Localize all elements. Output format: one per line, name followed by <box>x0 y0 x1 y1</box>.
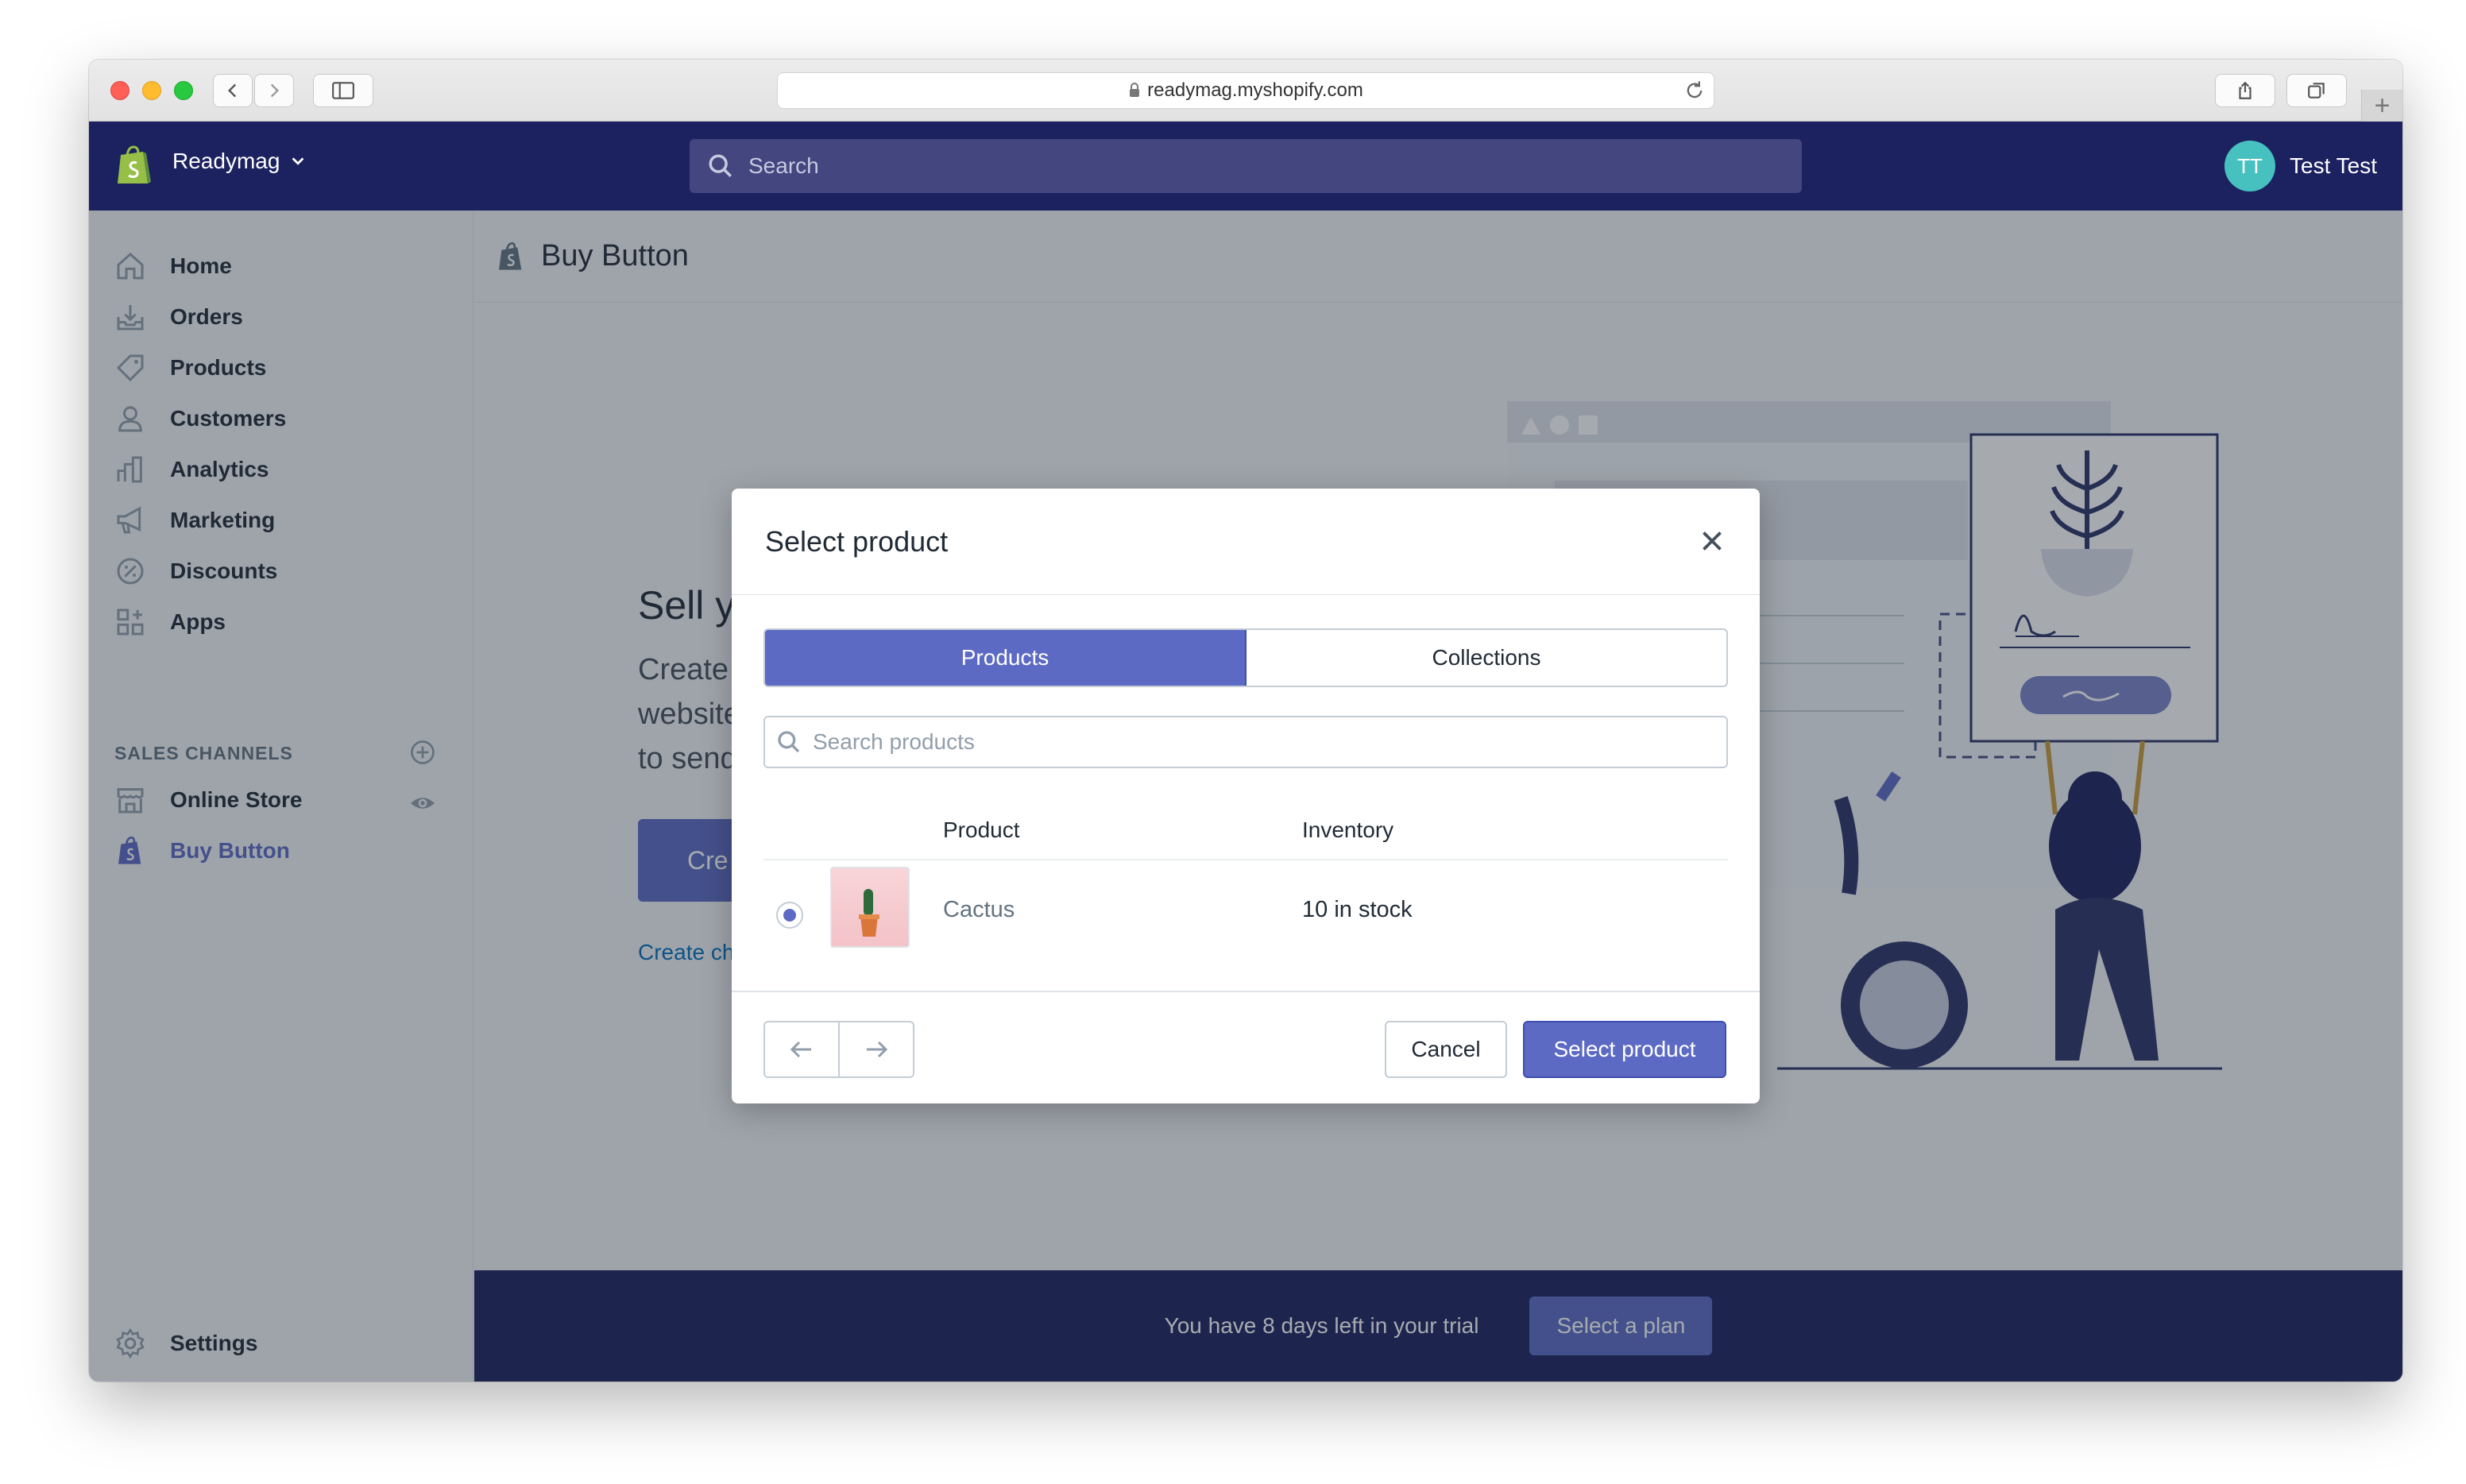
reload-icon[interactable] <box>1683 79 1706 102</box>
radio-selected-dot <box>783 909 796 922</box>
product-type-tabs: Products Collections <box>763 628 1728 687</box>
chevron-down-icon <box>292 157 304 165</box>
search-placeholder: Search products <box>813 729 975 754</box>
modal-title: Select product <box>765 524 949 558</box>
browser-toolbar: readymag.myshopify.com + <box>89 60 2402 122</box>
product-search-input[interactable]: Search products <box>763 716 1728 768</box>
sidebar-icon <box>332 82 354 99</box>
store-switcher[interactable]: Readymag <box>172 149 307 174</box>
column-header-product: Product <box>943 817 1020 842</box>
lock-icon <box>1128 83 1141 99</box>
product-name[interactable]: Cactus <box>943 897 1015 923</box>
cancel-button[interactable]: Cancel <box>1385 1021 1507 1078</box>
cactus-image <box>859 889 879 937</box>
chevron-right-icon <box>270 83 280 98</box>
user-menu[interactable]: TT Test Test <box>2224 141 2377 191</box>
tab-collections[interactable]: Collections <box>1247 630 1726 686</box>
select-product-button[interactable]: Select product <box>1523 1021 1726 1078</box>
store-name: Readymag <box>172 149 280 173</box>
tab-products[interactable]: Products <box>765 630 1247 686</box>
modal-footer-divider <box>732 991 1760 992</box>
previous-page-button[interactable] <box>765 1022 840 1076</box>
admin-topbar: Readymag Search TT Test Test <box>89 122 2402 211</box>
product-radio[interactable] <box>776 902 803 929</box>
search-icon <box>778 731 800 753</box>
pagination <box>763 1021 914 1078</box>
share-icon <box>2239 81 2251 99</box>
share-button[interactable] <box>2215 74 2275 107</box>
shopify-logo-icon[interactable] <box>114 144 153 191</box>
browser-window: readymag.myshopify.com + Readymag Search… <box>89 60 2402 1382</box>
chevron-left-icon <box>227 83 237 98</box>
search-icon <box>709 154 732 178</box>
url-text: readymag.myshopify.com <box>1147 79 1363 101</box>
new-tab-button[interactable]: + <box>2361 90 2402 122</box>
tabs-icon <box>2308 83 2325 99</box>
zoom-window-button[interactable] <box>174 81 193 100</box>
search-placeholder: Search <box>748 153 819 178</box>
close-window-button[interactable] <box>110 81 129 100</box>
close-icon[interactable] <box>1698 527 1726 559</box>
back-button[interactable] <box>213 74 253 107</box>
select-product-modal: Select product Products Collections Sear… <box>732 489 1760 1103</box>
product-thumbnail <box>830 867 910 948</box>
minimize-window-button[interactable] <box>142 81 161 100</box>
product-inventory: 10 in stock <box>1302 897 1413 922</box>
arrow-left-icon <box>790 1041 811 1058</box>
modal-header: Select product <box>732 489 1760 595</box>
column-header-inventory: Inventory <box>1302 817 1394 842</box>
plus-icon: + <box>2374 90 2391 121</box>
address-bar[interactable]: readymag.myshopify.com <box>777 72 1714 109</box>
tabs-overview-button[interactable] <box>2286 74 2347 107</box>
sidebar-toggle-button[interactable] <box>313 74 373 107</box>
avatar: TT <box>2224 141 2276 191</box>
next-page-button[interactable] <box>840 1022 913 1076</box>
table-divider <box>763 859 1728 860</box>
forward-button[interactable] <box>254 74 294 107</box>
arrow-right-icon <box>867 1041 888 1058</box>
admin-search-input[interactable]: Search <box>690 139 1802 193</box>
user-name: Test Test <box>2290 153 2377 178</box>
